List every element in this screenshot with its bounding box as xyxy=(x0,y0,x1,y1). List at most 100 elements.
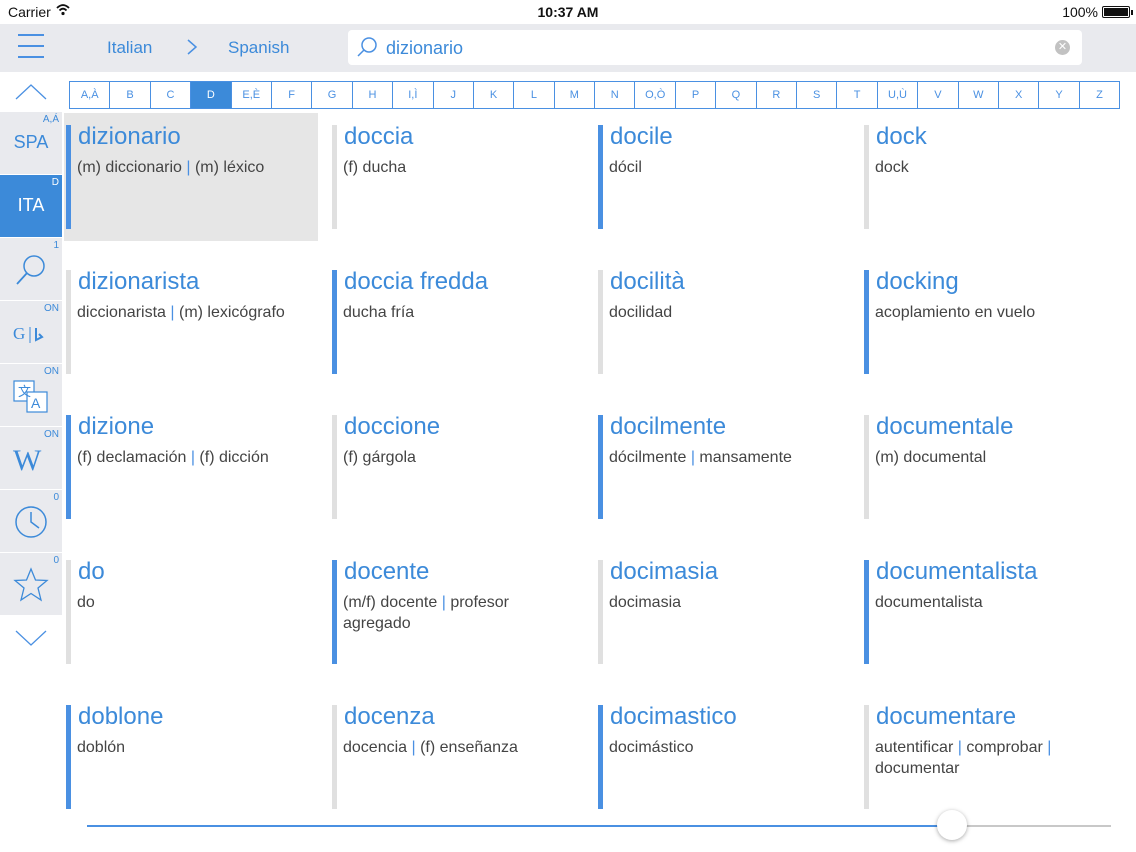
search-results-button[interactable]: 1 xyxy=(0,238,62,300)
entry-marker xyxy=(598,705,603,809)
font-size-slider[interactable] xyxy=(87,810,1111,840)
alphabet-letter[interactable]: S xyxy=(797,82,838,108)
translation-text: (m) lexicógrafo xyxy=(178,304,285,321)
dictionary-entry[interactable]: docking acoplamiento en vuelo xyxy=(862,258,1116,386)
entry-word: documentale xyxy=(876,413,1014,440)
dictionary-entry[interactable]: docimasia docimasia xyxy=(596,548,850,676)
search-bar: ✕ xyxy=(348,30,1082,65)
scroll-down-icon[interactable] xyxy=(14,628,48,648)
alphabet-letter[interactable]: V xyxy=(918,82,959,108)
translation-text: documentalista xyxy=(875,594,983,611)
dictionary-entry[interactable]: doccia fredda ducha fría xyxy=(330,258,584,386)
alphabet-letter[interactable]: C xyxy=(151,82,192,108)
translation-text: docimasia xyxy=(609,594,682,611)
entry-marker xyxy=(864,705,869,809)
alphabet-letter[interactable]: E,È xyxy=(232,82,272,108)
translation-separator: | xyxy=(165,304,179,321)
dictionary-entry[interactable]: documentare autentificar | comprobar | do… xyxy=(862,693,1116,821)
clear-search-icon[interactable]: ✕ xyxy=(1055,40,1070,55)
dictionary-entry[interactable]: dizione (f) declamación | (f) dicción xyxy=(64,403,318,531)
favorites-button[interactable]: 0 xyxy=(0,553,62,615)
dictionary-entry[interactable]: doccione (f) gárgola xyxy=(330,403,584,531)
entry-translations: ducha fría xyxy=(343,302,579,323)
dictionary-entry[interactable]: docente (m/f) docente | profesor agregado xyxy=(330,548,584,676)
entry-translations: dócilmente | mansamente xyxy=(609,447,845,468)
alphabet-letter[interactable]: D xyxy=(191,82,232,108)
alphabet-letter[interactable]: Z xyxy=(1080,82,1119,108)
alphabet-letter[interactable]: M xyxy=(555,82,596,108)
translate-button[interactable]: ON 文 A xyxy=(0,364,62,426)
alphabet-letter[interactable]: N xyxy=(595,82,636,108)
entry-marker xyxy=(864,560,869,664)
history-button[interactable]: 0 xyxy=(0,490,62,552)
entry-marker xyxy=(332,705,337,809)
dictionary-entry[interactable]: do do xyxy=(64,548,318,676)
alphabet-letter[interactable]: K xyxy=(474,82,515,108)
alphabet-letter[interactable]: H xyxy=(353,82,394,108)
alphabet-letter[interactable]: F xyxy=(272,82,313,108)
alphabet-letter[interactable]: B xyxy=(110,82,151,108)
slider-fill xyxy=(87,825,953,827)
entry-marker xyxy=(598,560,603,664)
dictionary-entry[interactable]: documentale (m) documental xyxy=(862,403,1116,531)
entry-word: documentare xyxy=(876,703,1017,730)
alphabet-letter[interactable]: Q xyxy=(716,82,757,108)
menu-icon[interactable] xyxy=(18,34,44,60)
target-language-button[interactable]: Spanish xyxy=(228,38,289,58)
entry-translations: doblón xyxy=(77,737,313,758)
scroll-up-icon[interactable] xyxy=(14,82,48,102)
translation-text: (f) ducha xyxy=(343,159,407,176)
alphabet-letter[interactable]: G xyxy=(312,82,353,108)
dictionary-entry[interactable]: docilmente dócilmente | mansamente xyxy=(596,403,850,531)
spa-letter-badge: A,Á xyxy=(42,114,59,125)
translation-text: (m) documental xyxy=(875,449,987,466)
entry-marker xyxy=(66,415,71,519)
alphabet-letter[interactable]: R xyxy=(757,82,798,108)
dictionary-entry[interactable]: doblone doblón xyxy=(64,693,318,821)
dictionary-entry[interactable]: doccia (f) ducha xyxy=(330,113,584,241)
translation-separator: | xyxy=(686,449,700,466)
alphabet-letter[interactable]: I,Ì xyxy=(393,82,434,108)
dictionary-entry[interactable]: docilità docilidad xyxy=(596,258,850,386)
google-bing-icon: G xyxy=(13,324,44,343)
dictionary-entry[interactable]: dizionario (m) diccionario | (m) léxico xyxy=(64,113,318,241)
alphabet-letter[interactable]: U,Ù xyxy=(878,82,919,108)
entry-translations: (f) declamación | (f) dicción xyxy=(77,447,313,468)
dictionary-entry[interactable]: docenza docencia | (f) enseñanza xyxy=(330,693,584,821)
alphabet-letter[interactable]: O,Ò xyxy=(635,82,676,108)
entry-translations: dócil xyxy=(609,157,845,178)
entry-marker xyxy=(66,705,71,809)
italian-dictionary-button[interactable]: D ITA xyxy=(0,175,62,237)
translation-text: (m/f) docente xyxy=(343,594,438,611)
source-language-button[interactable]: Italian xyxy=(107,38,152,58)
google-bing-button[interactable]: ON G xyxy=(0,301,62,363)
dictionary-entry[interactable]: documentalista documentalista xyxy=(862,548,1116,676)
dictionary-entry[interactable]: docimastico docimástico xyxy=(596,693,850,821)
battery-icon xyxy=(1102,6,1133,18)
wikipedia-button[interactable]: ON W xyxy=(0,427,62,489)
alphabet-letter[interactable]: T xyxy=(837,82,878,108)
translate-status: ON xyxy=(44,366,59,377)
entry-word: docimastico xyxy=(610,703,737,730)
search-input[interactable] xyxy=(386,34,1036,62)
entry-translations: docimasia xyxy=(609,592,845,613)
alphabet-letter[interactable]: J xyxy=(434,82,474,108)
dictionary-entry[interactable]: docile dócil xyxy=(596,113,850,241)
alphabet-letter[interactable]: X xyxy=(999,82,1040,108)
spanish-dictionary-button[interactable]: A,Á SPA xyxy=(0,112,62,174)
entry-marker xyxy=(66,560,71,664)
dictionary-entry[interactable]: dizionarista diccionarista | (m) lexicógr… xyxy=(64,258,318,386)
entry-translations: docimástico xyxy=(609,737,845,758)
clock-icon xyxy=(15,506,47,538)
alphabet-letter[interactable]: Y xyxy=(1039,82,1080,108)
dictionary-entry[interactable]: dock dock xyxy=(862,113,1116,241)
slider-thumb[interactable] xyxy=(937,810,968,840)
translation-separator: | xyxy=(1042,739,1052,756)
alphabet-letter[interactable]: A,À xyxy=(70,82,111,108)
alphabet-letter[interactable]: P xyxy=(676,82,717,108)
ita-letter-badge: D xyxy=(51,177,59,188)
alphabet-letter[interactable]: W xyxy=(959,82,999,108)
entry-translations: (f) ducha xyxy=(343,157,579,178)
alphabet-letter[interactable]: L xyxy=(514,82,555,108)
entry-marker xyxy=(598,270,603,374)
